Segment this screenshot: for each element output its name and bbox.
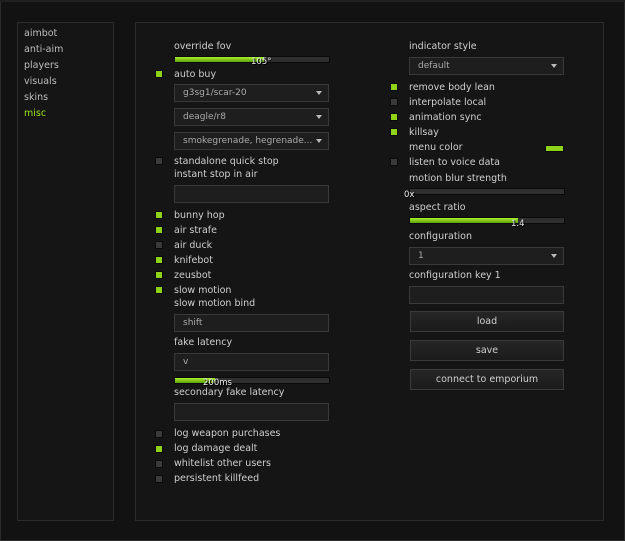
utility-dropdown[interactable]: smokegrenade, hegrenade... [174,132,329,150]
motion-blur-strength-label: motion blur strength [409,173,507,184]
sidebar: aimbot anti-aim players visuals skins mi… [17,22,114,521]
utility-value: smokegrenade, hegrenade... [183,136,313,146]
fake-latency-slider[interactable] [174,377,330,384]
zeusbot-label[interactable]: zeusbot [174,270,211,281]
aspect-ratio-slider[interactable] [409,217,565,224]
log-weapon-purchases-label[interactable]: log weapon purchases [174,428,280,439]
killsay-checkbox[interactable] [390,128,398,136]
auto-buy-checkbox[interactable] [155,70,163,78]
chevron-down-icon [551,64,557,68]
listen-to-voice-data-checkbox[interactable] [390,158,398,166]
load-button[interactable]: load [410,311,564,332]
motion-blur-value: 0x [404,190,415,200]
nav-aimbot[interactable]: aimbot [24,28,57,39]
animation-sync-label[interactable]: animation sync [409,112,482,123]
override-fov-label: override fov [174,41,232,52]
secondary-weapon-value: deagle/r8 [183,112,226,122]
configuration-key-label: configuration key 1 [409,270,501,281]
standalone-quick-stop-label[interactable]: standalone quick stop [174,156,279,167]
primary-weapon-dropdown[interactable]: g3sg1/scar-20 [174,84,329,102]
log-damage-dealt-label[interactable]: log damage dealt [174,443,257,454]
listen-to-voice-data-label[interactable]: listen to voice data [409,157,500,168]
standalone-quick-stop-checkbox[interactable] [155,157,163,165]
knifebot-label[interactable]: knifebot [174,255,213,266]
bunny-hop-checkbox[interactable] [155,211,163,219]
slow-motion-key-value: shift [183,318,203,328]
whitelist-other-users-label[interactable]: whitelist other users [174,458,271,469]
primary-weapon-value: g3sg1/scar-20 [183,88,247,98]
configuration-value: 1 [418,251,424,261]
log-weapon-purchases-checkbox[interactable] [155,430,163,438]
persistent-killfeed-label[interactable]: persistent killfeed [174,473,259,484]
fake-latency-label: fake latency [174,337,233,348]
fake-latency-keybind[interactable]: v [174,353,329,371]
motion-blur-slider[interactable] [409,188,565,195]
nav-anti-aim[interactable]: anti-aim [24,44,63,55]
instant-stop-keybind[interactable] [174,185,329,203]
indicator-style-dropdown[interactable]: default [409,57,564,75]
persistent-killfeed-checkbox[interactable] [155,475,163,483]
secondary-fake-latency-keybind[interactable] [174,403,329,421]
animation-sync-checkbox[interactable] [390,113,398,121]
log-damage-dealt-checkbox[interactable] [155,445,163,453]
misc-panel: override fov 105° auto buy g3sg1/scar-20… [135,22,604,521]
nav-skins[interactable]: skins [24,92,48,103]
slow-motion-checkbox[interactable] [155,286,163,294]
nav-visuals[interactable]: visuals [24,76,57,87]
zeusbot-checkbox[interactable] [155,271,163,279]
nav-misc[interactable]: misc [24,108,46,119]
air-duck-checkbox[interactable] [155,241,163,249]
air-strafe-label[interactable]: air strafe [174,225,217,236]
fake-latency-key-value: v [183,357,189,367]
remove-body-lean-checkbox[interactable] [390,83,398,91]
nav-players[interactable]: players [24,60,59,71]
configuration-dropdown[interactable]: 1 [409,247,564,265]
bunny-hop-label[interactable]: bunny hop [174,210,225,221]
secondary-weapon-dropdown[interactable]: deagle/r8 [174,108,329,126]
connect-to-emporium-button[interactable]: connect to emporium [410,369,564,390]
chevron-down-icon [316,139,322,143]
interpolate-local-checkbox[interactable] [390,98,398,106]
menu-color-swatch[interactable] [545,145,564,152]
slow-motion-bind-label: slow motion bind [174,298,256,309]
indicator-style-label: indicator style [409,41,477,52]
interpolate-local-label[interactable]: interpolate local [409,97,486,108]
remove-body-lean-label[interactable]: remove body lean [409,82,495,93]
auto-buy-label[interactable]: auto buy [174,69,216,80]
chevron-down-icon [316,91,322,95]
air-strafe-checkbox[interactable] [155,226,163,234]
menu-color-label: menu color [409,142,463,153]
chevron-down-icon [551,254,557,258]
slow-motion-keybind[interactable]: shift [174,314,329,332]
indicator-style-value: default [418,61,450,71]
save-button[interactable]: save [410,340,564,361]
slow-motion-label[interactable]: slow motion [174,285,231,296]
aspect-ratio-value: 1.4 [511,219,525,229]
air-duck-label[interactable]: air duck [174,240,212,251]
secondary-fake-latency-label: secondary fake latency [174,387,285,398]
aspect-ratio-label: aspect ratio [409,202,466,213]
aspect-ratio-fill [410,218,518,223]
configuration-key-input[interactable] [409,286,564,304]
whitelist-other-users-checkbox[interactable] [155,460,163,468]
configuration-label: configuration [409,231,473,242]
override-fov-value: 105° [251,57,272,67]
chevron-down-icon [316,115,322,119]
killsay-label[interactable]: killsay [409,127,439,138]
instant-stop-label: instant stop in air [174,169,258,180]
title-bar [0,0,625,2]
knifebot-checkbox[interactable] [155,256,163,264]
